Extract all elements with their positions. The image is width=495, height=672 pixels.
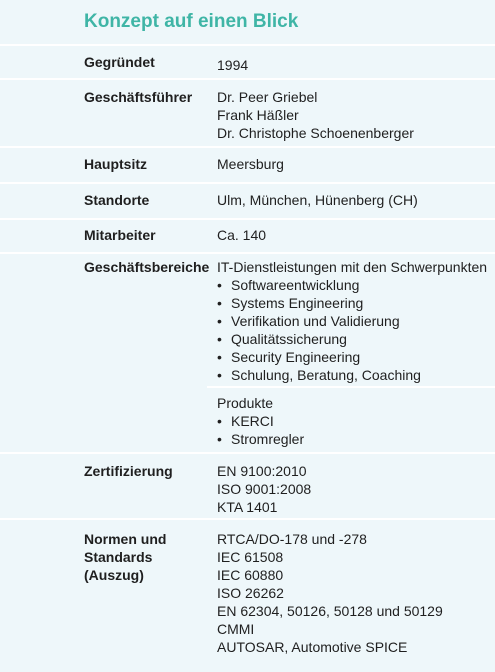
- value-line: IEC 61508: [217, 549, 284, 565]
- bullet-icon: •: [217, 349, 222, 365]
- value-geschaeftsbereiche: IT-Dienstleistungen mit den Schwerpunkte…: [217, 258, 487, 384]
- value-line: Frank Häßler: [217, 107, 299, 123]
- value-line: EN 62304, 50126, 50128 und 50129: [217, 603, 443, 619]
- bullet-item: • KERCI: [217, 413, 274, 429]
- label-geschaeftsbereiche: Geschäftsbereiche: [84, 259, 210, 275]
- value-gegruendet: 1994: [217, 56, 248, 74]
- value-line: Dr. Christophe Schoenenberger: [217, 125, 414, 141]
- value-line: Ulm, München, Hünenberg (CH): [217, 192, 418, 208]
- value-line: IEC 60880: [217, 567, 284, 583]
- value-zertifizierung: EN 9100:2010 ISO 9001:2008 KTA 1401: [217, 462, 311, 516]
- value-line: AUTOSAR, Automotive SPICE: [217, 639, 408, 655]
- bullet-icon: •: [217, 413, 222, 429]
- value-line: RTCA/DO-178 und -278: [217, 531, 367, 547]
- value-line: Dr. Peer Griebel: [217, 89, 318, 105]
- value-line: 1994: [217, 57, 249, 73]
- label-mitarbeiter: Mitarbeiter: [84, 227, 156, 243]
- bullet-icon: •: [217, 295, 222, 311]
- value-produkte: Produkte • KERCI • Stromregler: [217, 394, 304, 448]
- inner-divider: [207, 386, 495, 388]
- bullet-item: • Softwareentwicklung: [217, 277, 360, 293]
- label-standorte: Standorte: [84, 192, 150, 208]
- bullet-item: • Qualitätssicherung: [217, 331, 347, 347]
- value-line: CMMI: [217, 621, 255, 637]
- produkte-label: Produkte: [217, 395, 274, 411]
- bullet-icon: •: [217, 313, 222, 329]
- value-hauptsitz: Meersburg: [217, 155, 284, 173]
- bullet-item: • Schulung, Beratung, Coaching: [217, 367, 421, 383]
- label-gegruendet: Gegründet: [84, 54, 155, 70]
- value-standorte: Ulm, München, Hünenberg (CH): [217, 191, 418, 209]
- bullet-icon: •: [217, 277, 222, 293]
- value-line: EN 9100:2010: [217, 463, 307, 479]
- label-zertifizierung: Zertifizierung: [84, 463, 173, 479]
- bullet-icon: •: [217, 331, 222, 347]
- bullet-icon: •: [217, 367, 222, 383]
- label-hauptsitz: Hauptsitz: [84, 156, 147, 172]
- bullet-item: • Security Engineering: [217, 349, 361, 365]
- bullet-item: • Verifikation und Validierung: [217, 313, 400, 329]
- bullet-icon: •: [217, 431, 222, 447]
- value-line: KTA 1401: [217, 499, 278, 515]
- label-normen: Normen und Standards (Auszug): [84, 530, 166, 584]
- label-line: Normen und: [84, 531, 167, 547]
- label-line: Standards: [84, 549, 153, 565]
- label-line: (Auszug): [84, 567, 144, 583]
- bullet-item: • Systems Engineering: [217, 295, 364, 311]
- value-geschaeftsfuehrer: Dr. Peer Griebel Frank Häßler Dr. Christ…: [217, 88, 414, 142]
- value-mitarbeiter: Ca. 140: [217, 226, 266, 244]
- value-line: ISO 26262: [217, 585, 284, 601]
- intro-line: IT-Dienstleistungen mit den Schwerpunkte…: [217, 259, 488, 275]
- label-geschaeftsfuehrer: Geschäftsführer: [84, 89, 193, 105]
- page-title: Konzept auf einen Blick: [84, 11, 299, 32]
- value-line: Ca. 140: [217, 227, 267, 243]
- bullet-item: • Stromregler: [217, 431, 305, 447]
- value-line: Meersburg: [217, 156, 284, 172]
- value-normen: RTCA/DO-178 und -278 IEC 61508 IEC 60880…: [217, 530, 443, 656]
- value-line: ISO 9001:2008: [217, 481, 312, 497]
